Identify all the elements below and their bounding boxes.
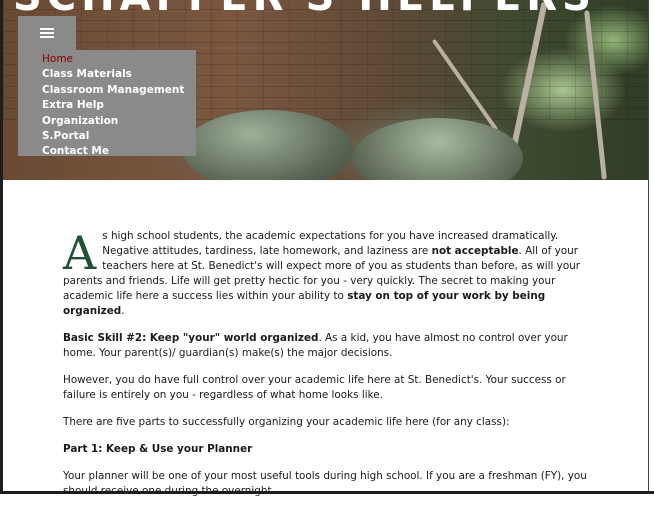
skill-heading: Basic Skill #2: Keep "your" world organi… (63, 332, 319, 344)
dropdown-nav-menu: Home Class Materials Classroom Managemen… (18, 50, 196, 159)
five-parts-paragraph: There are five parts to successfully org… (63, 416, 510, 428)
nav-item-s-portal[interactable]: S.Portal (42, 129, 196, 144)
intro-paragraph: As high school students, the academic ex… (63, 229, 591, 319)
nav-item-classroom-management[interactable]: Classroom Management (42, 83, 196, 98)
scrollbar-track[interactable] (648, 0, 654, 494)
stone-sculpture (183, 110, 353, 180)
nav-item-organization[interactable]: Organization (42, 114, 196, 129)
drop-cap: A (63, 226, 97, 280)
article-content: As high school students, the academic ex… (63, 229, 591, 511)
nav-item-class-materials[interactable]: Class Materials (42, 67, 196, 82)
menu-toggle-button[interactable] (18, 16, 76, 50)
part1-heading: Part 1: Keep & Use your Planner (63, 442, 591, 457)
site-title: Schaffer's Helpers (13, 0, 643, 20)
part1-heading-text: Part 1: Keep & Use your Planner (63, 443, 253, 455)
intro-emphasis: not acceptable (431, 245, 519, 257)
nav-item-extra-help[interactable]: Extra Help (42, 98, 196, 113)
nav-item-home[interactable]: Home (42, 52, 196, 67)
skill-paragraph: Basic Skill #2: Keep "your" world organi… (63, 331, 591, 361)
intro-text: . (121, 305, 125, 317)
planner-paragraph: Your planner will be one of your most us… (63, 470, 587, 497)
control-paragraph: However, you do have full control over y… (63, 374, 566, 401)
nav-item-contact-me[interactable]: Contact Me (42, 144, 196, 159)
